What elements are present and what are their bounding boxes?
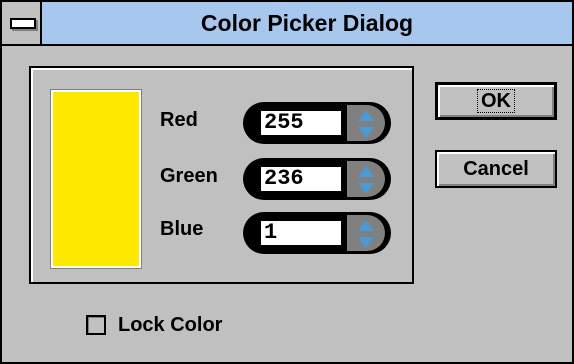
arrow-down-icon[interactable] xyxy=(358,183,374,194)
cancel-button[interactable]: Cancel xyxy=(435,150,557,188)
arrow-up-icon[interactable] xyxy=(358,110,374,121)
ok-button[interactable]: OK xyxy=(435,82,557,120)
arrow-up-icon[interactable] xyxy=(358,166,374,177)
lock-color-label[interactable]: Lock Color xyxy=(118,314,222,337)
dialog-window: Color Picker Dialog Red 255 Green 236 Bl… xyxy=(0,0,574,364)
blue-spinner: 1 xyxy=(243,212,391,254)
green-spin-buttons xyxy=(347,161,385,197)
lock-color-checkbox[interactable] xyxy=(86,315,106,335)
green-label: Green xyxy=(160,165,218,187)
red-spinner: 255 xyxy=(243,102,391,144)
cancel-button-label: Cancel xyxy=(463,158,529,180)
arrow-down-icon[interactable] xyxy=(358,127,374,138)
red-value-input[interactable]: 255 xyxy=(259,109,343,137)
dialog-title: Color Picker Dialog xyxy=(200,10,414,36)
green-value-input[interactable]: 236 xyxy=(259,165,343,193)
red-spin-buttons xyxy=(347,105,385,141)
blue-spin-buttons xyxy=(347,215,385,251)
arrow-down-icon[interactable] xyxy=(358,237,374,248)
arrow-up-icon[interactable] xyxy=(358,220,374,231)
blue-value-input[interactable]: 1 xyxy=(259,219,343,247)
title-bar[interactable]: Color Picker Dialog xyxy=(2,2,572,46)
system-menu-icon xyxy=(10,18,36,29)
red-label: Red xyxy=(160,109,198,131)
system-menu-button[interactable] xyxy=(2,2,42,44)
blue-label: Blue xyxy=(160,218,204,240)
green-spinner: 236 xyxy=(243,158,391,200)
color-preview-swatch xyxy=(50,89,142,269)
ok-button-label: OK xyxy=(477,89,515,113)
